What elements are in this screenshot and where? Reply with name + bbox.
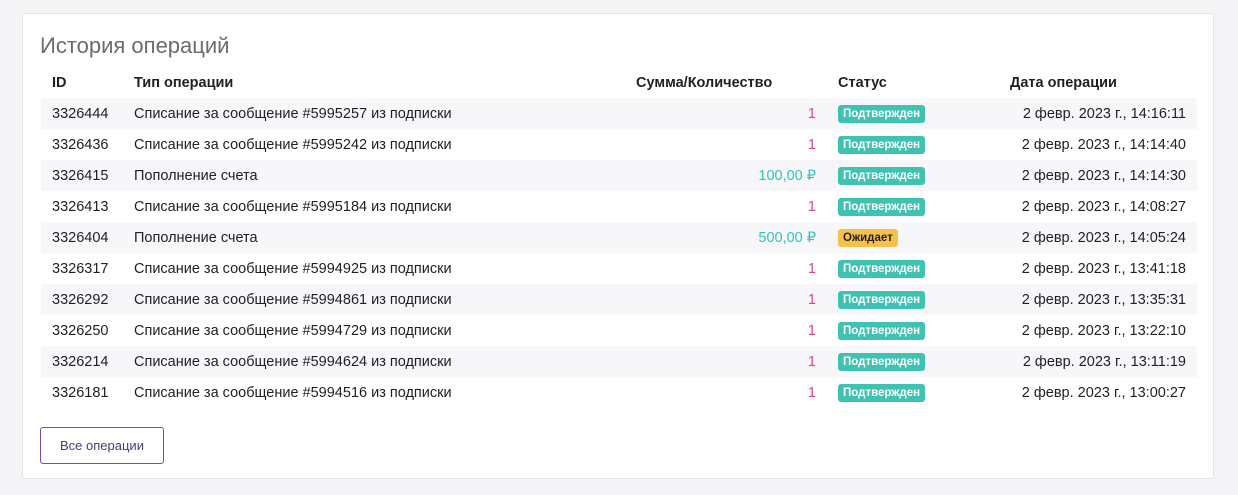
cell-status: Подтвержден: [827, 377, 999, 408]
cell-id: 3326404: [41, 222, 123, 253]
cell-id: 3326413: [52, 198, 109, 215]
cell-amount: 1: [625, 284, 827, 315]
table-row: 3326415 Пополнение счета 100,00 ₽ Подтве…: [41, 160, 1197, 191]
panel-title: История операций: [40, 33, 230, 58]
status-badge: Подтвержден: [838, 290, 926, 309]
all-operations-button[interactable]: Все операции: [40, 427, 164, 464]
cell-type: Пополнение счета: [123, 160, 625, 191]
column-header-date: Дата операции: [1010, 75, 1117, 91]
cell-date: 2 февр. 2023 г., 14:05:24: [999, 222, 1197, 253]
operations-table: ID Тип операции Сумма/Количество Статус …: [41, 68, 1197, 408]
table-row: 3326404 Пополнение счета 500,00 ₽ Ожидае…: [41, 222, 1197, 253]
cell-type: Списание за сообщение #5995184 из подпис…: [134, 198, 452, 215]
cell-status: Подтвержден: [827, 160, 999, 191]
cell-date: 2 февр. 2023 г., 13:00:27: [1021, 384, 1186, 401]
table-row: 3326250 Списание за сообщение #5994729 и…: [41, 315, 1197, 346]
table-row: 3326436 Списание за сообщение #5995242 и…: [41, 129, 1197, 160]
status-badge: Подтвержден: [838, 259, 926, 278]
cell-date: 2 февр. 2023 г., 14:14:30: [999, 160, 1197, 191]
cell-id: 3326415: [41, 160, 123, 191]
status-badge: Подтвержден: [838, 383, 926, 402]
cell-id: 3326317: [52, 260, 109, 277]
cell-amount: 1: [807, 136, 816, 153]
operations-history-panel: История операций ID Тип операции Сумма/К…: [22, 13, 1214, 479]
cell-id: 3326214: [41, 346, 123, 377]
cell-date: 2 февр. 2023 г., 13:41:18: [1021, 260, 1186, 277]
cell-date: 2 февр. 2023 г., 14:16:11: [999, 98, 1197, 129]
cell-amount: 1: [807, 384, 816, 401]
status-badge: Подтвержден: [838, 197, 926, 216]
cell-type: Списание за сообщение #5994624 из подпис…: [123, 346, 625, 377]
status-badge: Подтвержден: [838, 104, 926, 123]
cell-type: Списание за сообщение #5995257 из подпис…: [123, 98, 625, 129]
column-header-status: Статус: [838, 75, 887, 91]
table-row: 3326181 Списание за сообщение #5994516 и…: [41, 377, 1197, 408]
cell-amount: 1: [807, 322, 816, 339]
cell-amount: 500,00 ₽: [625, 222, 827, 253]
column-header-id: ID: [52, 75, 67, 91]
column-header-type: Тип операции: [134, 75, 234, 91]
cell-id: 3326436: [52, 136, 109, 153]
cell-status: Подтвержден: [827, 191, 999, 222]
cell-type: Списание за сообщение #5994861 из подпис…: [123, 284, 625, 315]
cell-status: Подтвержден: [827, 98, 999, 129]
cell-status: Подтвержден: [827, 315, 999, 346]
cell-date: 2 февр. 2023 г., 14:14:40: [1021, 136, 1186, 153]
cell-status: Подтвержден: [827, 284, 999, 315]
cell-id: 3326250: [52, 322, 109, 339]
table-row: 3326413 Списание за сообщение #5995184 и…: [41, 191, 1197, 222]
column-header-amount: Сумма/Количество: [636, 75, 773, 91]
cell-id: 3326181: [52, 384, 109, 401]
cell-type: Пополнение счета: [123, 222, 625, 253]
cell-date: 2 февр. 2023 г., 13:22:10: [1021, 322, 1186, 339]
table-body: 3326444 Списание за сообщение #5995257 и…: [41, 98, 1197, 408]
cell-type: Списание за сообщение #5994516 из подпис…: [134, 384, 452, 401]
cell-id: 3326444: [41, 98, 123, 129]
cell-date: 2 февр. 2023 г., 13:11:19: [999, 346, 1197, 377]
cell-status: Ожидает: [827, 222, 999, 253]
cell-date: 2 февр. 2023 г., 13:35:31: [999, 284, 1197, 315]
cell-type: Списание за сообщение #5994729 из подпис…: [134, 322, 452, 339]
cell-type: Списание за сообщение #5995242 из подпис…: [134, 136, 452, 153]
status-badge: Подтвержден: [838, 321, 926, 340]
status-badge: Ожидает: [838, 228, 898, 247]
table-row: 3326317 Списание за сообщение #5994925 и…: [41, 253, 1197, 284]
table-row: 3326214 Списание за сообщение #5994624 и…: [41, 346, 1197, 377]
cell-amount: 1: [807, 260, 816, 277]
table-header-row: ID Тип операции Сумма/Количество Статус …: [41, 68, 1197, 98]
cell-type: Списание за сообщение #5994925 из подпис…: [134, 260, 452, 277]
table-row: 3326444 Списание за сообщение #5995257 и…: [41, 98, 1197, 129]
status-badge: Подтвержден: [838, 166, 926, 185]
cell-id: 3326292: [41, 284, 123, 315]
status-badge: Подтвержден: [838, 135, 926, 154]
cell-status: Подтвержден: [827, 346, 999, 377]
cell-amount: 100,00 ₽: [625, 160, 827, 191]
status-badge: Подтвержден: [838, 352, 926, 371]
cell-amount: 1: [807, 198, 816, 215]
table-row: 3326292 Списание за сообщение #5994861 и…: [41, 284, 1197, 315]
cell-amount: 1: [625, 346, 827, 377]
cell-date: 2 февр. 2023 г., 14:08:27: [1021, 198, 1186, 215]
cell-amount: 1: [625, 98, 827, 129]
cell-status: Подтвержден: [827, 253, 999, 284]
cell-status: Подтвержден: [827, 129, 999, 160]
